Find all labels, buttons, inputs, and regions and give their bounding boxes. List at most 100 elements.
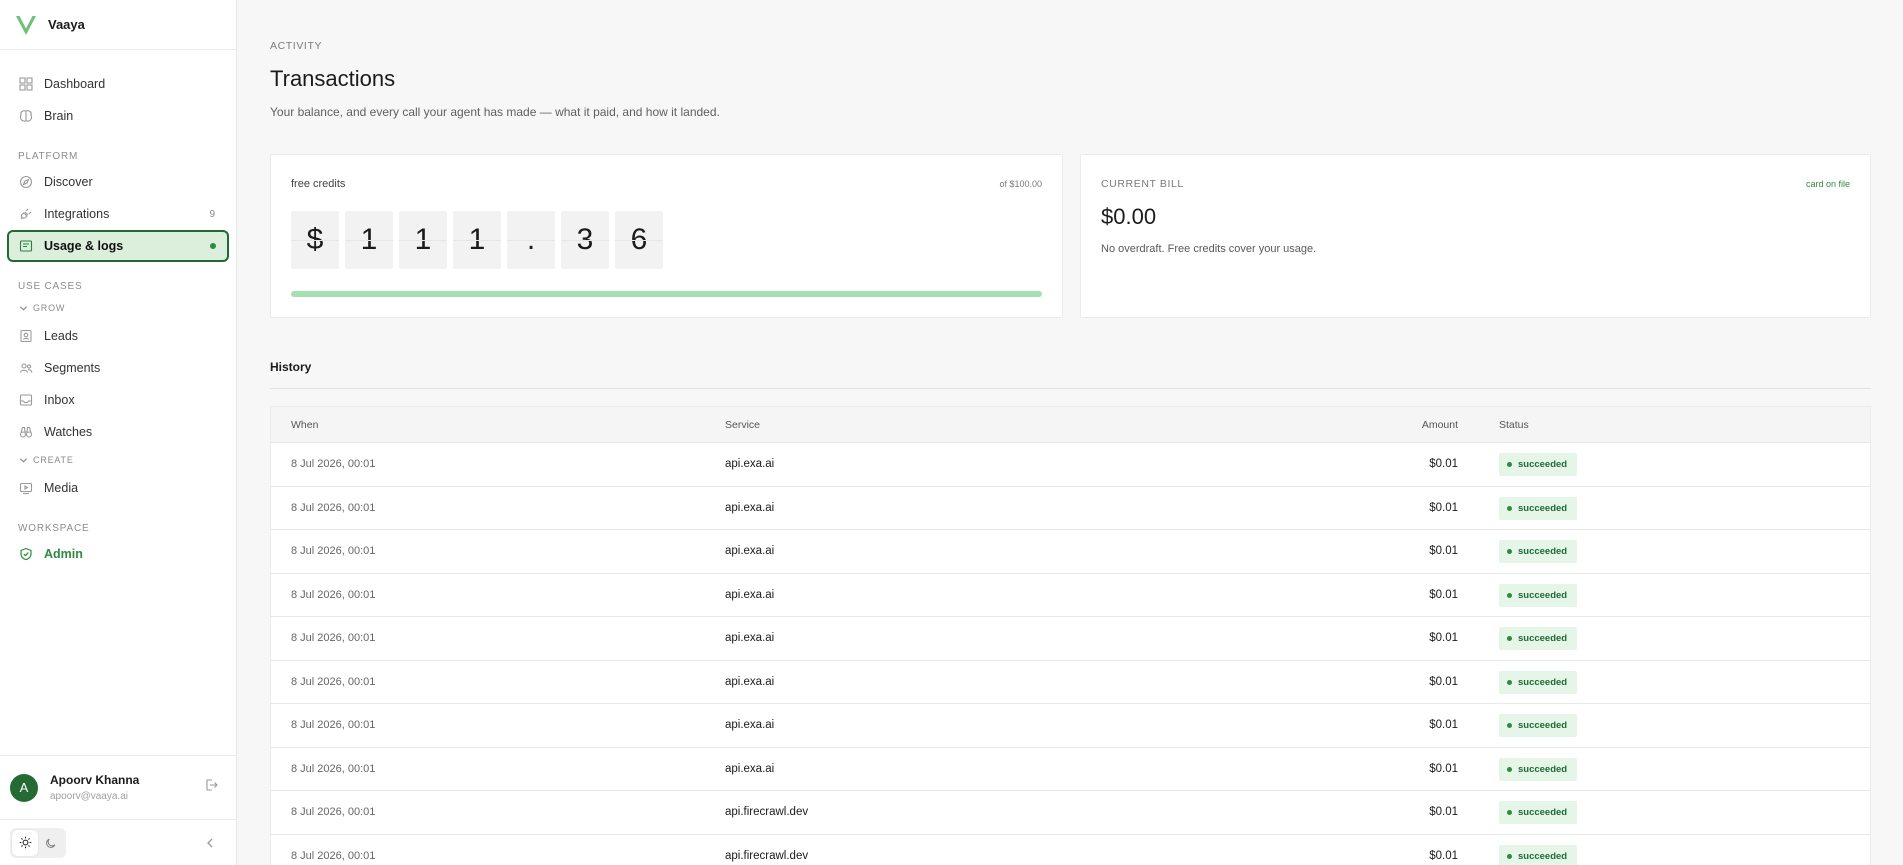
status-badge: succeeded xyxy=(1499,714,1578,737)
sidebar-item-label: Usage & logs xyxy=(44,239,124,253)
cell-when: 8 Jul 2026, 00:01 xyxy=(291,588,376,601)
sidebar-item-label: Brain xyxy=(44,109,74,123)
table-row[interactable]: 8 Jul 2026, 00:01 api.exa.ai $0.01 succeede… xyxy=(271,530,1870,574)
cell-service: api.exa.ai xyxy=(725,632,775,644)
compass-icon xyxy=(19,175,33,189)
card-on-file-link[interactable]: card on file xyxy=(1806,179,1850,189)
play-icon xyxy=(19,481,33,495)
table-row[interactable]: 8 Jul 2026, 00:01 api.exa.ai $0.01 succeede… xyxy=(271,617,1870,661)
sidebar-item-integrations[interactable]: Integrations 9 xyxy=(7,198,229,230)
cell-when: 8 Jul 2026, 00:01 xyxy=(291,501,376,514)
history-title: History xyxy=(270,360,312,374)
sidebar-item-label: Watches xyxy=(44,425,93,439)
status-badge: succeeded xyxy=(1499,801,1578,824)
table-row[interactable]: 8 Jul 2026, 00:01 api.exa.ai $0.01 succeede… xyxy=(271,574,1870,617)
group-label-create: CREATE xyxy=(33,455,74,465)
sidebar-nav: Dashboard Brain PLATFORM Discover Integr… xyxy=(0,50,236,570)
cell-amount: $0.01 xyxy=(1429,849,1458,862)
column-header-when[interactable]: When xyxy=(291,419,318,431)
sidebar-item-label: Leads xyxy=(44,329,79,343)
active-indicator-dot xyxy=(210,243,216,249)
avatar: A xyxy=(10,773,38,802)
balance-digit: $ xyxy=(291,211,339,269)
column-header-status[interactable]: Status xyxy=(1499,419,1529,431)
sidebar-item-discover[interactable]: Discover xyxy=(7,166,229,198)
column-header-amount[interactable]: Amount xyxy=(1422,419,1458,431)
user-profile[interactable]: A Apoorv Khanna apoorv@vaaya.ai xyxy=(0,755,236,819)
table-row[interactable]: 8 Jul 2026, 00:01 api.firecrawl.dev $0.01 s… xyxy=(271,791,1870,835)
cell-service: api.exa.ai xyxy=(725,719,775,731)
balance-digits: $ 1 1 1 . 3 6 xyxy=(291,211,669,269)
table-row[interactable]: 8 Jul 2026, 00:01 api.firecrawl.dev $0.01 s… xyxy=(271,835,1870,865)
light-mode-button[interactable] xyxy=(12,829,38,856)
cell-amount: $0.01 xyxy=(1429,458,1458,470)
page-title: Transactions xyxy=(270,66,396,91)
divider xyxy=(270,388,1871,389)
group-toggle-grow[interactable]: GROW xyxy=(0,296,236,320)
cell-when: 8 Jul 2026, 00:01 xyxy=(291,675,376,688)
column-header-service[interactable]: Service xyxy=(725,419,760,431)
status-badge: succeeded xyxy=(1499,844,1578,865)
collapse-sidebar-icon[interactable] xyxy=(204,836,216,854)
status-badge: succeeded xyxy=(1499,453,1578,476)
chevron-down-icon xyxy=(19,457,28,463)
current-bill-card: CURRENT BILL card on file $0.00 No overd… xyxy=(1080,154,1871,318)
table-row[interactable]: 8 Jul 2026, 00:01 api.exa.ai $0.01 succeede… xyxy=(271,443,1870,487)
binoculars-icon xyxy=(19,425,33,439)
table-row[interactable]: 8 Jul 2026, 00:01 api.exa.ai $0.01 succeede… xyxy=(271,748,1870,791)
table-row[interactable]: 8 Jul 2026, 00:01 api.exa.ai $0.01 succeede… xyxy=(271,661,1870,704)
sidebar-item-segments[interactable]: Segments xyxy=(7,352,229,384)
dark-mode-button[interactable] xyxy=(38,830,64,856)
group-toggle-create[interactable]: CREATE xyxy=(0,448,236,472)
table-row[interactable]: 8 Jul 2026, 00:01 api.exa.ai $0.01 succeede… xyxy=(271,487,1870,530)
status-dot xyxy=(1507,810,1512,815)
status-text: succeeded xyxy=(1518,807,1568,818)
users-icon xyxy=(19,361,33,375)
status-badge: succeeded xyxy=(1499,757,1578,781)
vaaya-logo-icon xyxy=(16,15,36,35)
brand[interactable]: Vaaya xyxy=(0,0,236,50)
cell-service: api.exa.ai xyxy=(725,501,775,514)
cell-service: api.exa.ai xyxy=(725,762,775,775)
cell-when: 8 Jul 2026, 00:01 xyxy=(291,458,376,470)
sidebar-item-brain[interactable]: Brain xyxy=(7,100,229,132)
cell-when: 8 Jul 2026, 00:01 xyxy=(291,849,376,862)
cell-when: 8 Jul 2026, 00:01 xyxy=(291,632,376,644)
table-row[interactable]: 8 Jul 2026, 00:01 api.exa.ai $0.01 succeede… xyxy=(271,704,1870,748)
sidebar-item-watches[interactable]: Watches xyxy=(7,416,229,448)
logout-icon[interactable] xyxy=(204,778,218,797)
cell-service: api.firecrawl.dev xyxy=(725,806,809,818)
sidebar: Vaaya Dashboard Brain PLATFORM Discover xyxy=(0,0,237,865)
status-dot xyxy=(1507,853,1512,859)
cell-when: 8 Jul 2026, 00:01 xyxy=(291,806,376,818)
section-label-use-cases: USE CASES xyxy=(18,281,83,292)
status-dot xyxy=(1507,462,1512,467)
cell-when: 8 Jul 2026, 00:01 xyxy=(291,545,376,557)
balance-digit: . xyxy=(507,211,555,269)
sidebar-item-inbox[interactable]: Inbox xyxy=(7,384,229,416)
cell-amount: $0.01 xyxy=(1429,588,1458,601)
cell-when: 8 Jul 2026, 00:01 xyxy=(291,719,376,731)
sidebar-item-media[interactable]: Media xyxy=(7,472,229,504)
sidebar-item-admin[interactable]: Admin xyxy=(7,538,229,570)
bill-label: CURRENT BILL xyxy=(1101,178,1184,190)
sun-icon xyxy=(19,836,31,849)
status-text: succeeded xyxy=(1518,676,1568,688)
free-credits-card: free credits of $100.00 $ 1 1 1 . 3 6 xyxy=(270,154,1063,318)
sidebar-item-usage-logs[interactable]: Usage & logs xyxy=(7,230,229,262)
bill-amount: $0.00 xyxy=(1101,204,1157,229)
sidebar-item-label: Dashboard xyxy=(44,77,106,91)
status-badge: succeeded xyxy=(1499,496,1578,520)
plug-icon xyxy=(19,207,33,221)
sidebar-item-label: Admin xyxy=(44,547,83,561)
receipt-icon xyxy=(19,239,33,253)
status-dot xyxy=(1507,723,1512,728)
sidebar-item-leads[interactable]: Leads xyxy=(7,320,229,352)
page-subtitle: Your balance, and every call your agent … xyxy=(270,105,720,119)
status-text: succeeded xyxy=(1518,763,1568,775)
cell-amount: $0.01 xyxy=(1429,632,1458,644)
sidebar-item-dashboard[interactable]: Dashboard xyxy=(7,68,229,100)
cell-service: api.exa.ai xyxy=(725,675,775,688)
balance-digit: 6 xyxy=(615,211,663,269)
sidebar-footer xyxy=(0,819,236,865)
